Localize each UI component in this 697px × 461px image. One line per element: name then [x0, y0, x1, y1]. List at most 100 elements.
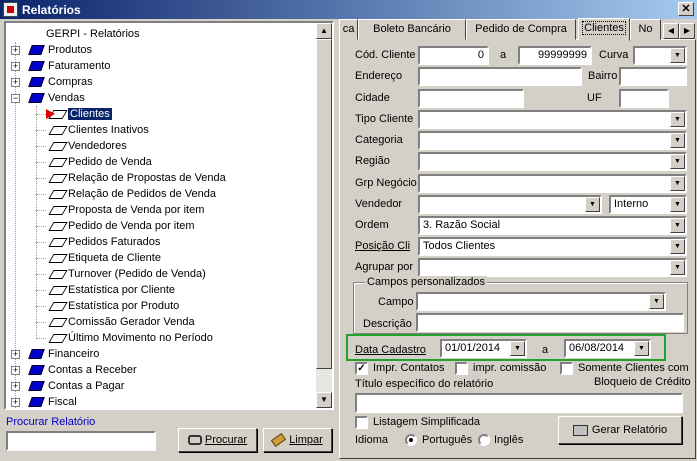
tree-group-label[interactable]: Compras	[48, 74, 93, 90]
tab-scroll-right-button[interactable]: ▶	[679, 23, 695, 39]
search-label: Procurar Relatório	[6, 416, 96, 428]
tree-item-1[interactable]: Clientes Inativos	[68, 122, 149, 138]
titulo-input[interactable]	[355, 393, 683, 413]
tree-expander-3[interactable]: −	[11, 94, 20, 103]
chevron-down-icon[interactable]: ▼	[649, 294, 664, 309]
somente-bloqueio-label-1[interactable]: Somente Clientes com	[578, 362, 689, 374]
tree-group-label[interactable]: Contas a Receber	[48, 362, 137, 378]
tree-item-2[interactable]: Vendedores	[68, 138, 127, 154]
chevron-down-icon[interactable]: ▼	[670, 48, 685, 63]
cod-cliente-to-input[interactable]: 99999999	[518, 46, 592, 65]
cod-cliente-from-input[interactable]: 0	[418, 46, 489, 65]
tree-item-4[interactable]: Relação de Propostas de Venda	[68, 170, 226, 186]
chevron-down-icon[interactable]: ▼	[670, 112, 685, 127]
posicao-cli-select[interactable]: Todos Clientes ▼	[418, 237, 687, 256]
bairro-input[interactable]	[619, 67, 687, 86]
idioma-portugues-radio[interactable]	[405, 434, 417, 446]
tree-expander-7[interactable]: +	[11, 398, 20, 407]
tree-branch-line	[36, 274, 46, 275]
chevron-down-icon[interactable]: ▼	[670, 133, 685, 148]
listagem-simplificada-checkbox[interactable]	[355, 416, 368, 429]
tree-group-label[interactable]: Contas a Pagar	[48, 378, 124, 394]
tab-clientes[interactable]: Clientes	[578, 18, 630, 41]
tab-pedido-de-compra[interactable]: Pedido de Compra	[466, 19, 576, 40]
tree-group-label[interactable]: Produtos	[48, 42, 92, 58]
regiao-select[interactable]: ▼	[418, 152, 687, 171]
somente-bloqueio-label-2[interactable]: Bloqueio de Crédito	[594, 376, 691, 388]
tipo-cliente-select[interactable]: ▼	[418, 110, 687, 129]
tree-item-8[interactable]: Pedidos Faturados	[68, 234, 160, 250]
tree-item-6[interactable]: Proposta de Venda por item	[68, 202, 204, 218]
search-button[interactable]: Procurar	[178, 428, 257, 452]
posicao-cli-label[interactable]: Posição Cli	[355, 240, 410, 252]
tree-expander-0[interactable]: +	[11, 46, 20, 55]
tab-no[interactable]: No	[630, 19, 661, 40]
tab-scroll-left-button[interactable]: ◀	[663, 23, 679, 39]
tree-item-12[interactable]: Estatística por Produto	[68, 298, 179, 314]
tree-expander-2[interactable]: +	[11, 78, 20, 87]
categoria-select[interactable]: ▼	[418, 131, 687, 150]
tree-item-9[interactable]: Etiqueta de Cliente	[68, 250, 161, 266]
curva-select[interactable]: ▼	[633, 46, 687, 65]
scroll-down-button[interactable]: ▼	[316, 392, 332, 408]
idioma-ingles-label[interactable]: Inglês	[494, 434, 523, 446]
idioma-ingles-radio[interactable]	[478, 434, 490, 446]
tree-group-label[interactable]: Financeiro	[48, 346, 99, 362]
impr-comissao-checkbox[interactable]	[455, 362, 468, 375]
tab-ca[interactable]: ca	[339, 19, 358, 40]
report-tree[interactable]: ▲ ▼ GERPI - Relatórios + Produtos + Faturame…	[4, 21, 334, 410]
endereco-input[interactable]	[418, 67, 582, 86]
impr-contatos-label[interactable]: Impr. Contatos	[373, 362, 445, 374]
ordem-select[interactable]: 3. Razão Social ▼	[418, 216, 687, 235]
chevron-down-icon[interactable]: ▼	[670, 218, 685, 233]
tree-group-label[interactable]: Fiscal	[48, 394, 77, 408]
chevron-down-icon[interactable]: ▼	[585, 197, 600, 212]
tree-expander-1[interactable]: +	[11, 62, 20, 71]
scroll-thumb[interactable]	[316, 39, 332, 369]
tree-item-3[interactable]: Pedido de Venda	[68, 154, 152, 170]
tree-item-13[interactable]: Comissão Gerador Venda	[68, 314, 195, 330]
tree-item-0[interactable]: Clientes	[68, 106, 112, 122]
tree-group-label[interactable]: Vendas	[48, 90, 85, 106]
tree-group-label[interactable]: Faturamento	[48, 58, 110, 74]
tree-item-14[interactable]: Último Movimento no Período	[68, 330, 213, 346]
data-cadastro-to-picker[interactable]: 06/08/2014 ▼	[564, 339, 651, 358]
tree-expander-5[interactable]: +	[11, 366, 20, 375]
somente-bloqueio-checkbox[interactable]	[560, 362, 573, 375]
data-cadastro-label[interactable]: Data Cadastro	[355, 344, 426, 356]
tree-item-11[interactable]: Estatística por Cliente	[68, 282, 175, 298]
scroll-up-button[interactable]: ▲	[316, 23, 332, 39]
impr-contatos-checkbox[interactable]: ✓	[355, 362, 368, 375]
tree-expander-4[interactable]: +	[11, 350, 20, 359]
chevron-down-icon[interactable]: ▼	[670, 154, 685, 169]
gerar-relatorio-button[interactable]: Gerar Relatório	[558, 416, 682, 444]
listagem-simplificada-label[interactable]: Listagem Simplificada	[373, 416, 480, 428]
chevron-down-icon[interactable]: ▼	[670, 176, 685, 191]
grp-negocio-select[interactable]: ▼	[418, 174, 687, 193]
idioma-portugues-label[interactable]: Português	[422, 434, 472, 446]
posicao-cli-value: Todos Clientes	[423, 240, 496, 252]
chevron-down-icon[interactable]: ▼	[670, 197, 685, 212]
clear-button[interactable]: Limpar	[263, 428, 332, 452]
campo-select[interactable]: ▼	[416, 292, 666, 311]
tree-item-7[interactable]: Pedido de Venda por item	[68, 218, 195, 234]
chevron-down-icon[interactable]: ▼	[670, 239, 685, 254]
tab-boleto-bancario[interactable]: Boleto Bancário	[358, 19, 466, 40]
agrupar-por-select[interactable]: ▼	[418, 258, 687, 277]
uf-input[interactable]	[619, 89, 669, 108]
chevron-down-icon[interactable]: ▼	[634, 341, 649, 356]
impr-comissao-label[interactable]: impr. comissão	[473, 362, 546, 374]
close-button[interactable]: ✕	[678, 2, 694, 16]
search-input[interactable]	[6, 431, 156, 451]
tree-item-10[interactable]: Turnover (Pedido de Venda)	[68, 266, 206, 282]
vendedor-tipo-select[interactable]: Interno ▼	[609, 195, 687, 214]
tree-item-5[interactable]: Relação de Pedidos de Venda	[68, 186, 216, 202]
chevron-down-icon[interactable]: ▼	[510, 341, 525, 356]
chevron-down-icon[interactable]: ▼	[670, 260, 685, 275]
descricao-input[interactable]	[416, 313, 684, 332]
tree-scrollbar[interactable]: ▲ ▼	[316, 23, 332, 408]
data-cadastro-from-picker[interactable]: 01/01/2014 ▼	[440, 339, 527, 358]
vendedor-select[interactable]: ▼	[418, 195, 602, 214]
tree-expander-6[interactable]: +	[11, 382, 20, 391]
cidade-input[interactable]	[418, 89, 524, 108]
